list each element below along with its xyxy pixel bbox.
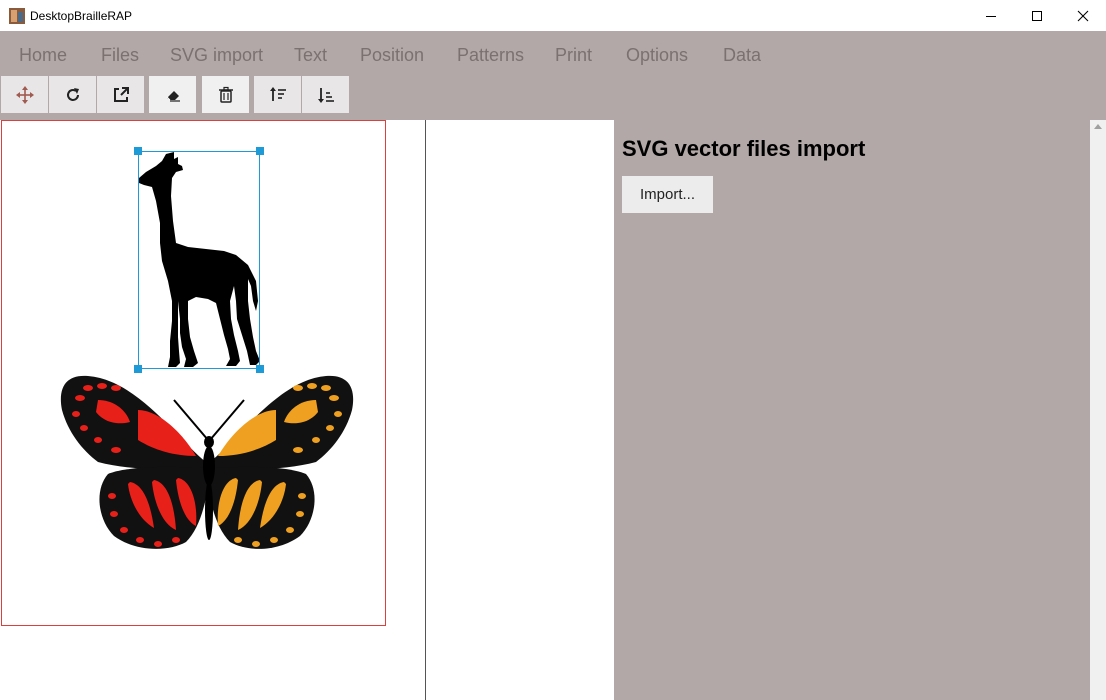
menu-files[interactable]: Files	[101, 45, 139, 65]
minimize-icon	[986, 15, 996, 17]
sort-down-icon	[317, 87, 334, 103]
move-tool-button[interactable]	[1, 76, 48, 113]
export-tool-button[interactable]	[97, 76, 144, 113]
drawing-canvas[interactable]	[0, 120, 614, 700]
trash-icon	[218, 86, 233, 103]
delete-tool-button[interactable]	[202, 76, 249, 113]
close-button[interactable]	[1060, 0, 1106, 31]
selection-box[interactable]	[138, 151, 260, 369]
app-window: DesktopBrailleRAP Home Files SVG import …	[0, 0, 1106, 700]
window-title: DesktopBrailleRAP	[30, 9, 133, 23]
menu-options[interactable]: Options	[626, 45, 688, 65]
menu-home[interactable]: Home	[19, 45, 67, 65]
import-button[interactable]: Import...	[622, 176, 713, 213]
menu-text[interactable]: Text	[294, 45, 327, 65]
vertical-scrollbar[interactable]	[1090, 120, 1106, 700]
maximize-button[interactable]	[1014, 0, 1060, 31]
svg-import-panel: SVG vector files import Import...	[614, 120, 1090, 700]
menu-data[interactable]: Data	[723, 45, 761, 65]
menu-patterns[interactable]: Patterns	[457, 45, 524, 65]
maximize-icon	[1032, 10, 1042, 21]
panel-title: SVG vector files import	[622, 136, 866, 161]
move-icon	[15, 85, 34, 104]
erase-tool-button[interactable]	[149, 76, 196, 113]
resize-handle-top-right[interactable]	[256, 147, 264, 155]
canvas-divider	[425, 120, 426, 700]
menu-bar: Home Files SVG import Text Position Patt…	[0, 31, 1106, 76]
app-logo-icon	[9, 8, 25, 24]
menu-position[interactable]: Position	[360, 45, 424, 65]
sort-ascending-button[interactable]	[254, 76, 301, 113]
eraser-icon	[166, 90, 180, 102]
resize-handle-top-left[interactable]	[134, 147, 142, 155]
minimize-button[interactable]	[968, 0, 1014, 31]
title-bar: DesktopBrailleRAP	[0, 0, 1106, 31]
sort-up-icon	[269, 86, 286, 101]
external-link-icon	[113, 86, 129, 102]
menu-svg-import[interactable]: SVG import	[170, 45, 263, 65]
sort-descending-button[interactable]	[302, 76, 349, 113]
rotate-tool-button[interactable]	[49, 76, 96, 113]
butterfly-image[interactable]	[58, 370, 356, 556]
rotate-icon	[66, 87, 79, 101]
menu-print[interactable]: Print	[555, 45, 592, 65]
scroll-up-icon[interactable]	[1094, 124, 1102, 129]
toolbar	[0, 76, 1106, 120]
close-icon	[1077, 10, 1089, 21]
